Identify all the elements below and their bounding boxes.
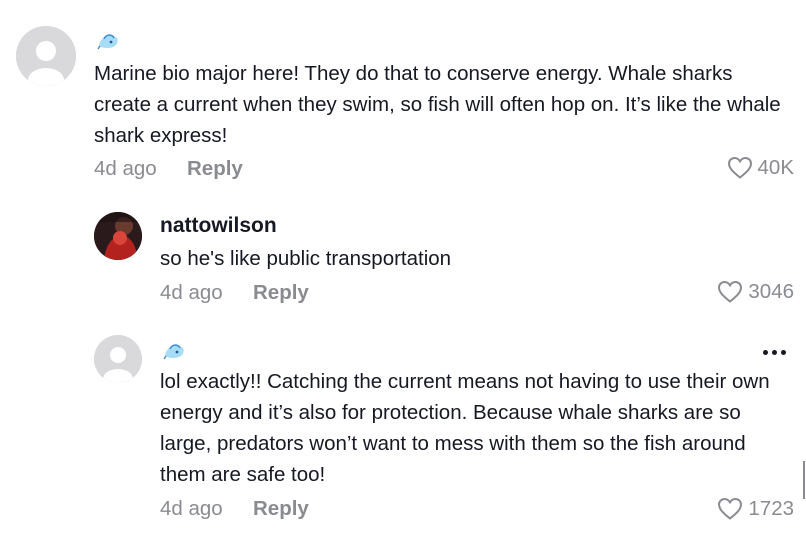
- sticker-icon: [97, 30, 119, 50]
- comment-text: so he's like public transportation: [160, 247, 452, 270]
- comment-text: Marine bio major here! They do that to c…: [94, 62, 781, 147]
- avatar[interactable]: [94, 335, 142, 383]
- default-avatar-icon: [94, 335, 142, 383]
- reply-button[interactable]: Reply: [253, 281, 309, 305]
- more-options-icon[interactable]: [763, 350, 786, 355]
- like-button[interactable]: 3046: [717, 280, 794, 304]
- comment-time: 4d ago: [94, 157, 157, 180]
- reply-button[interactable]: Reply: [187, 157, 243, 181]
- comment-time: 4d ago: [160, 281, 223, 304]
- heart-outline-icon: [727, 156, 752, 179]
- like-button[interactable]: 40K: [727, 156, 794, 180]
- heart-outline-icon: [718, 497, 743, 520]
- comment-time: 4d ago: [160, 497, 223, 520]
- avatar[interactable]: [16, 26, 76, 86]
- like-count: 1723: [748, 497, 794, 520]
- heart-outline-icon: [718, 280, 743, 303]
- avatar[interactable]: [94, 212, 142, 260]
- reply-button[interactable]: Reply: [253, 497, 309, 521]
- comment-text: lol exactly!! Catching the current means…: [160, 370, 770, 486]
- comment-username[interactable]: nattowilson: [160, 214, 277, 238]
- default-avatar-icon: [16, 26, 76, 86]
- sticker-icon: [163, 340, 185, 360]
- like-count: 3046: [748, 280, 794, 303]
- profile-photo: [94, 212, 142, 260]
- like-button[interactable]: 1723: [717, 497, 794, 521]
- like-count: 40K: [757, 156, 794, 179]
- scrollbar[interactable]: [803, 461, 805, 499]
